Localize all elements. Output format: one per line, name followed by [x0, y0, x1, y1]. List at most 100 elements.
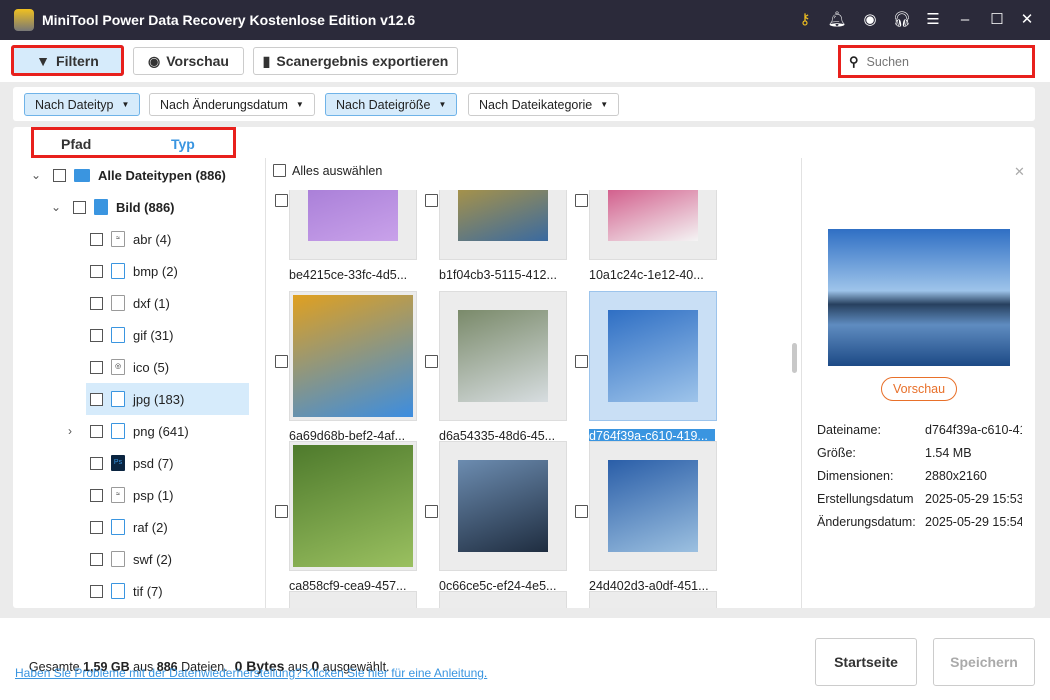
minimize-icon[interactable]: – [955, 10, 975, 30]
thumbnail-image [293, 295, 413, 417]
file-thumbnail[interactable] [589, 190, 717, 260]
checkbox[interactable] [90, 360, 103, 374]
thumbnail-image [608, 190, 698, 241]
tree-item-jpg[interactable]: jpg (183) [86, 383, 249, 415]
filter-file-category[interactable]: Nach Dateikategorie ▼ [468, 93, 620, 116]
export-scan-button[interactable]: ▮ Scanergebnis exportieren [253, 47, 458, 75]
swf-file-icon [111, 551, 125, 567]
close-icon[interactable]: ✕ [1017, 10, 1037, 30]
tree-item-image[interactable]: ⌄ Bild (886) [51, 191, 259, 223]
checkbox[interactable] [90, 232, 103, 246]
filter-file-type[interactable]: Nach Dateityp ▼ [24, 93, 141, 116]
file-thumbnail[interactable] [289, 291, 417, 421]
tree-item-bmp[interactable]: bmp (2) [86, 255, 249, 287]
preview-button[interactable]: ◉ Vorschau [133, 47, 244, 75]
filter-bar: Nach Dateityp ▼ Nach Änderungsdatum ▼ Nach… [13, 87, 1035, 121]
file-checkbox[interactable] [425, 355, 438, 368]
export-file-icon: ▮ [262, 52, 271, 69]
file-checkbox[interactable] [275, 355, 288, 368]
file-checkbox[interactable] [275, 505, 288, 518]
file-thumbnail[interactable] [289, 190, 417, 260]
tree-item-dxf[interactable]: dxf (1) [86, 287, 249, 319]
app-logo-icon [14, 9, 34, 31]
bell-icon[interactable]: 🔔︎ [827, 10, 847, 30]
file-thumbnail[interactable] [589, 441, 717, 571]
file-thumbnail[interactable] [439, 591, 567, 608]
file-checkbox[interactable] [575, 194, 588, 207]
tree-item-png[interactable]: › png (641) [68, 415, 249, 447]
checkbox[interactable] [73, 200, 86, 214]
file-thumbnail[interactable] [289, 591, 417, 608]
detail-label: Änderungsdatum: [817, 515, 916, 529]
tree-item-abr[interactable]: ≈ abr (4) [86, 223, 249, 255]
file-checkbox[interactable] [275, 194, 288, 207]
file-thumbnail[interactable] [589, 591, 717, 608]
select-all-label[interactable]: Alles auswählen [292, 164, 382, 178]
close-detail-icon[interactable]: ✕ [1014, 164, 1025, 180]
checkbox[interactable] [53, 168, 66, 182]
detail-preview-button[interactable]: Vorschau [881, 377, 957, 401]
tree-item-psp[interactable]: ≈ psp (1) [86, 479, 249, 511]
checkbox[interactable] [90, 584, 103, 598]
search-box[interactable]: ⚲ [838, 45, 1035, 78]
tree-item-ico[interactable]: ◎ ico (5) [86, 351, 249, 383]
filter-button[interactable]: ▼ Filtern [11, 45, 124, 76]
detail-value: 2880x2160 [925, 469, 987, 483]
file-name[interactable]: 10a1c24c-1e12-40... [589, 268, 715, 282]
menu-icon[interactable]: ☰ [923, 10, 943, 30]
filter-modified-date[interactable]: Nach Änderungsdatum ▼ [149, 93, 315, 116]
expand-icon[interactable]: › [68, 424, 72, 438]
key-icon[interactable]: ⚷ [795, 10, 815, 30]
ico-file-icon: ◎ [111, 359, 125, 375]
file-thumbnail[interactable] [289, 441, 417, 571]
headset-icon[interactable]: 🎧︎ [892, 10, 912, 30]
tab-type[interactable]: Typ [171, 136, 195, 152]
checkbox[interactable] [90, 456, 103, 470]
tree-item-all-types[interactable]: ⌄ Alle Dateitypen (886) [31, 159, 259, 191]
checkbox[interactable] [90, 424, 103, 438]
checkbox[interactable] [90, 520, 103, 534]
png-file-icon [111, 423, 125, 439]
thumbnail-image [308, 190, 398, 241]
file-thumbnail[interactable] [439, 190, 567, 260]
psd-file-icon: Ps [111, 455, 125, 471]
file-checkbox[interactable] [575, 355, 588, 368]
tree-item-gif[interactable]: gif (31) [86, 319, 249, 351]
file-thumbnail[interactable] [439, 291, 567, 421]
collapse-icon[interactable]: ⌄ [31, 168, 41, 182]
chevron-down-icon: ▼ [438, 100, 447, 109]
file-checkbox[interactable] [425, 194, 438, 207]
disc-icon[interactable]: ◉ [860, 10, 880, 30]
save-button[interactable]: Speichern [933, 638, 1035, 686]
file-name[interactable]: be4215ce-33fc-4d5... [289, 268, 415, 282]
search-icon: ⚲ [849, 53, 859, 69]
checkbox[interactable] [90, 264, 103, 278]
maximize-icon[interactable]: ☐ [987, 10, 1007, 30]
tab-path[interactable]: Pfad [61, 136, 91, 152]
file-thumbnail[interactable] [589, 291, 717, 421]
tree-item-raf[interactable]: raf (2) [86, 511, 249, 543]
raf-file-icon [111, 519, 125, 535]
detail-label: Größe: [817, 446, 856, 460]
tree-item-swf[interactable]: swf (2) [86, 543, 249, 575]
home-button[interactable]: Startseite [815, 638, 917, 686]
search-input[interactable] [866, 54, 1017, 69]
checkbox[interactable] [90, 392, 103, 406]
file-thumbnail[interactable] [439, 441, 567, 571]
file-name[interactable]: b1f04cb3-5115-412... [439, 268, 565, 282]
tree-item-psd[interactable]: Ps psd (7) [86, 447, 249, 479]
tree-item-tif[interactable]: tif (7) [86, 575, 249, 607]
checkbox[interactable] [90, 488, 103, 502]
chevron-down-icon: ▼ [121, 100, 130, 109]
file-checkbox[interactable] [575, 505, 588, 518]
collapse-icon[interactable]: ⌄ [51, 200, 61, 214]
grid-scrollbar[interactable] [792, 343, 797, 373]
file-checkbox[interactable] [425, 505, 438, 518]
select-all-checkbox[interactable] [273, 164, 286, 177]
help-link[interactable]: Haben Sie Probleme mit der Datenwiederhe… [15, 666, 487, 680]
bmp-file-icon [111, 263, 125, 279]
checkbox[interactable] [90, 552, 103, 566]
filter-file-size[interactable]: Nach Dateigröße ▼ [325, 93, 458, 116]
checkbox[interactable] [90, 328, 103, 342]
checkbox[interactable] [90, 296, 103, 310]
